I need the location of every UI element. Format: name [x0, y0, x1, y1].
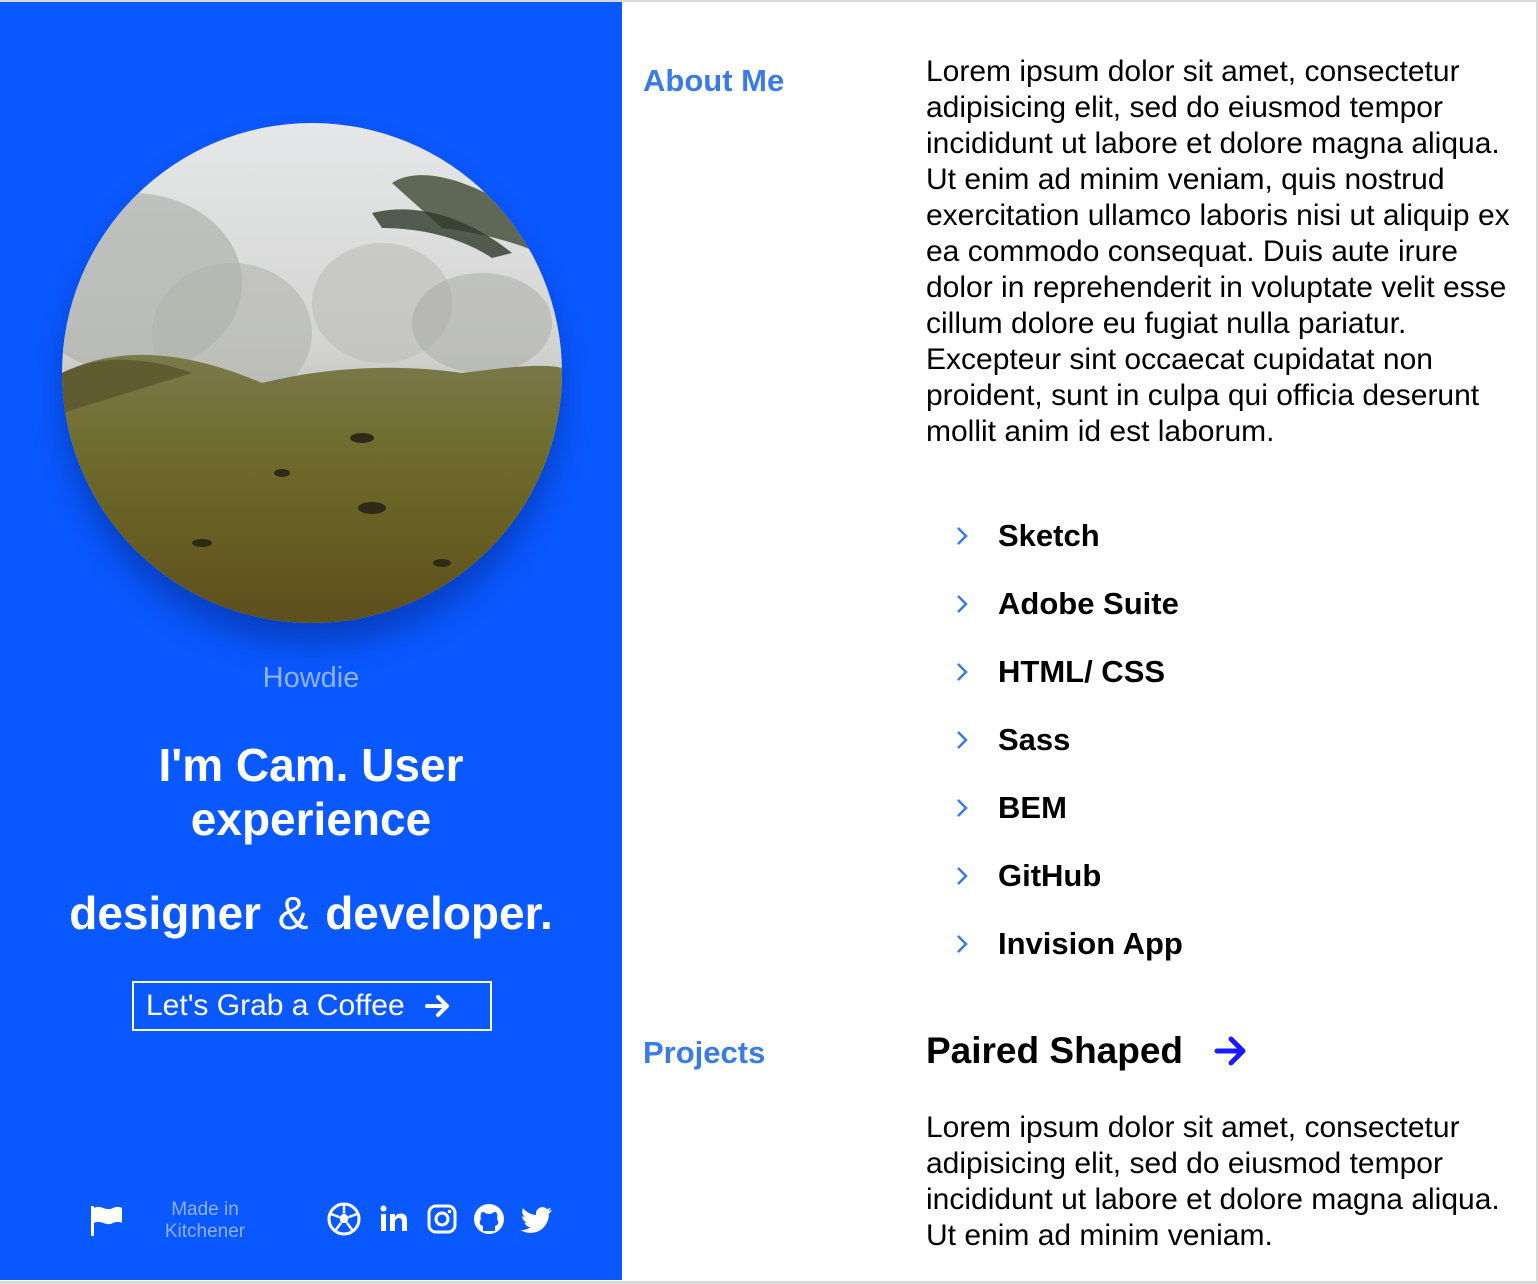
about-text: Lorem ipsum dolor sit amet, consectetur … — [926, 55, 1510, 448]
skill-label: BEM — [998, 790, 1067, 825]
list-item: Sketch — [950, 502, 1510, 570]
role-developer: developer. — [325, 887, 553, 939]
list-item: GitHub — [950, 842, 1510, 910]
list-item: Invision App — [950, 910, 1510, 978]
list-item: BEM — [950, 774, 1510, 842]
skill-label: Sketch — [998, 518, 1100, 553]
arrow-right-icon — [424, 995, 449, 1017]
skill-label: GitHub — [998, 858, 1102, 893]
instagram-icon[interactable] — [424, 1201, 460, 1237]
list-item: HTML/ CSS — [950, 638, 1510, 706]
headline: I'm Cam. User experience — [158, 739, 464, 845]
profile-panel: Howdie I'm Cam. User experience designer… — [0, 2, 622, 1280]
chevron-right-icon — [957, 867, 968, 885]
skill-label: HTML/ CSS — [998, 654, 1166, 689]
projects-label: Projects — [643, 1035, 766, 1070]
project-description: Lorem ipsum dolor sit amet, consectetur … — [926, 1111, 1500, 1252]
ampersand: & — [277, 887, 309, 939]
coffee-button[interactable]: Let's Grab a Coffee — [132, 981, 492, 1031]
chevron-right-icon — [957, 595, 968, 613]
project-title[interactable]: Paired Shaped — [926, 1030, 1183, 1072]
coffee-button-label: Let's Grab a Coffee — [146, 989, 405, 1022]
chevron-right-icon — [957, 799, 968, 817]
chevron-right-icon — [957, 935, 968, 953]
about-label: About Me — [643, 63, 785, 98]
footer: Made in Kitchener — [0, 1195, 622, 1249]
greeting: Howdie — [262, 662, 360, 694]
list-item: Sass — [950, 706, 1510, 774]
made-in-label: Made in Kitchener — [164, 1199, 246, 1242]
role-designer: designer — [69, 887, 261, 939]
headline-roles: designer & developer. — [0, 886, 622, 940]
chevron-right-icon — [957, 731, 968, 749]
arrow-right-icon[interactable] — [1211, 1031, 1251, 1071]
skill-label: Sass — [998, 722, 1071, 757]
twitter-icon[interactable] — [519, 1201, 555, 1237]
soccer-ball-icon[interactable] — [326, 1201, 362, 1237]
linkedin-icon[interactable] — [376, 1201, 412, 1237]
chevron-right-icon — [957, 527, 968, 545]
profile-photo — [62, 123, 562, 623]
skills-list: Sketch Adobe Suite HTML/ CSS Sass BEM Gi… — [950, 502, 1510, 978]
skill-label: Invision App — [998, 926, 1183, 961]
project-title-row: Paired Shaped — [926, 1030, 1251, 1072]
flag-icon — [91, 1206, 122, 1236]
skill-label: Adobe Suite — [998, 586, 1179, 621]
github-icon[interactable] — [471, 1201, 507, 1237]
chevron-right-icon — [957, 663, 968, 681]
list-item: Adobe Suite — [950, 570, 1510, 638]
